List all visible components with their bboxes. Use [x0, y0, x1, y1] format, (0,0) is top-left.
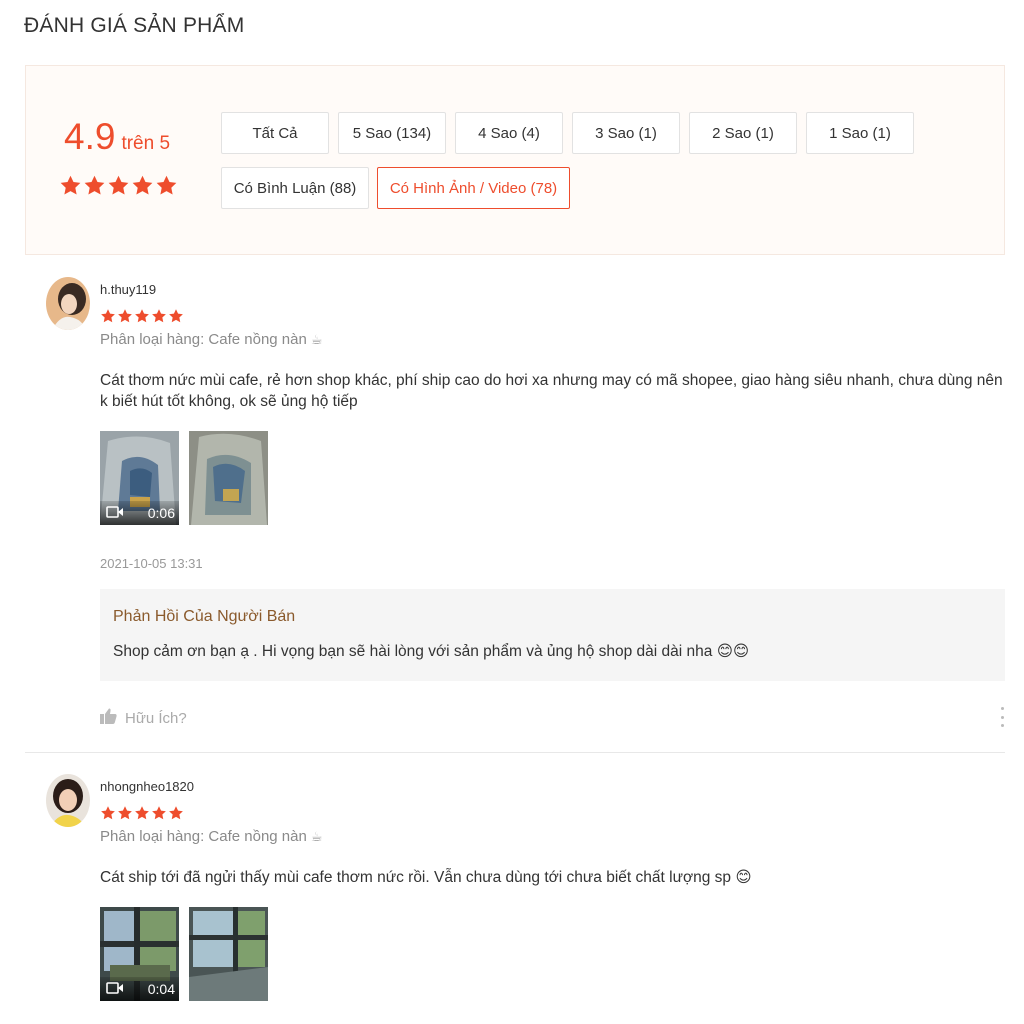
star-icon	[59, 174, 82, 197]
coffee-cup-icon: ☕	[310, 828, 323, 844]
star-icon	[107, 174, 130, 197]
star-icon	[134, 308, 150, 324]
review-divider	[25, 752, 1005, 753]
star-icon	[117, 308, 133, 324]
reviewer-username[interactable]: h.thuy119	[100, 282, 156, 297]
rating-score: 4.9 trên 5	[64, 116, 170, 158]
rating-overview: 4.9 trên 5 Tất Cả 5 Sao (134) 4 Sao (4) …	[25, 65, 1005, 255]
product-variation: Phân loại hàng: Cafe nồng nàn ☕	[100, 331, 323, 348]
video-duration: 0:06	[147, 505, 175, 521]
overview-stars	[59, 174, 178, 197]
star-icon	[100, 805, 116, 821]
video-badge: 0:06	[100, 501, 179, 525]
coffee-cup-icon: ☕	[310, 331, 323, 347]
filter-3-star-button[interactable]: 3 Sao (1)	[572, 112, 680, 154]
star-icon	[131, 174, 154, 197]
product-variation: Phân loại hàng: Cafe nồng nàn ☕	[100, 828, 323, 845]
reviewer-username[interactable]: nhongnheo1820	[100, 779, 194, 794]
star-icon	[83, 174, 106, 197]
video-camera-icon	[106, 505, 124, 521]
star-icon	[151, 308, 167, 324]
star-icon	[168, 805, 184, 821]
review-comment: Cát ship tới đã ngửi thấy mùi cafe thơm …	[100, 869, 752, 886]
filter-with-media-button[interactable]: Có Hình Ảnh / Video (78)	[377, 167, 570, 209]
review-image-thumbnail[interactable]	[189, 431, 268, 525]
video-camera-icon	[106, 981, 124, 997]
review-stars	[100, 308, 184, 324]
star-icon	[155, 174, 178, 197]
star-icon	[134, 805, 150, 821]
video-badge: 0:04	[100, 977, 179, 1001]
product-variation-label: Phân loại hàng: Cafe nồng nàn	[100, 331, 307, 348]
avatar[interactable]	[46, 774, 90, 827]
star-icon	[100, 308, 116, 324]
filter-1-star-button[interactable]: 1 Sao (1)	[806, 112, 914, 154]
review-image-thumbnail[interactable]	[189, 907, 268, 1001]
review-timestamp: 2021-10-05 13:31	[100, 556, 203, 571]
filter-all-button[interactable]: Tất Cả	[221, 112, 329, 154]
seller-reply-title: Phản Hồi Của Người Bán	[113, 608, 296, 625]
more-options-button[interactable]	[998, 707, 1006, 727]
filter-5-star-button[interactable]: 5 Sao (134)	[338, 112, 446, 154]
star-icon	[168, 308, 184, 324]
review-video-thumbnail[interactable]: 0:06	[100, 431, 179, 525]
filter-4-star-button[interactable]: 4 Sao (4)	[455, 112, 563, 154]
rating-score-out-of: trên 5	[121, 133, 171, 154]
review-stars	[100, 805, 184, 821]
star-icon	[117, 805, 133, 821]
review-video-thumbnail[interactable]: 0:04	[100, 907, 179, 1001]
helpful-button[interactable]: Hữu Ích?	[100, 708, 187, 728]
seller-reply: Phản Hồi Của Người Bán Shop cảm ơn bạn ạ…	[100, 589, 1005, 681]
filter-2-star-button[interactable]: 2 Sao (1)	[689, 112, 797, 154]
product-variation-label: Phân loại hàng: Cafe nồng nàn	[100, 828, 307, 845]
video-duration: 0:04	[147, 981, 175, 997]
rating-score-value: 4.9	[64, 116, 116, 157]
thumbs-up-icon	[100, 708, 117, 728]
review-comment: Cát thơm nức mùi cafe, rẻ hơn shop khác,…	[100, 372, 1003, 410]
filter-with-comment-button[interactable]: Có Bình Luận (88)	[221, 167, 369, 209]
seller-reply-text: Shop cảm ơn bạn ạ . Hi vọng bạn sẽ hài l…	[113, 643, 750, 660]
star-icon	[151, 805, 167, 821]
helpful-label: Hữu Ích?	[125, 709, 187, 727]
avatar[interactable]	[46, 277, 90, 330]
page-title: ĐÁNH GIÁ SẢN PHẨM	[24, 14, 245, 37]
